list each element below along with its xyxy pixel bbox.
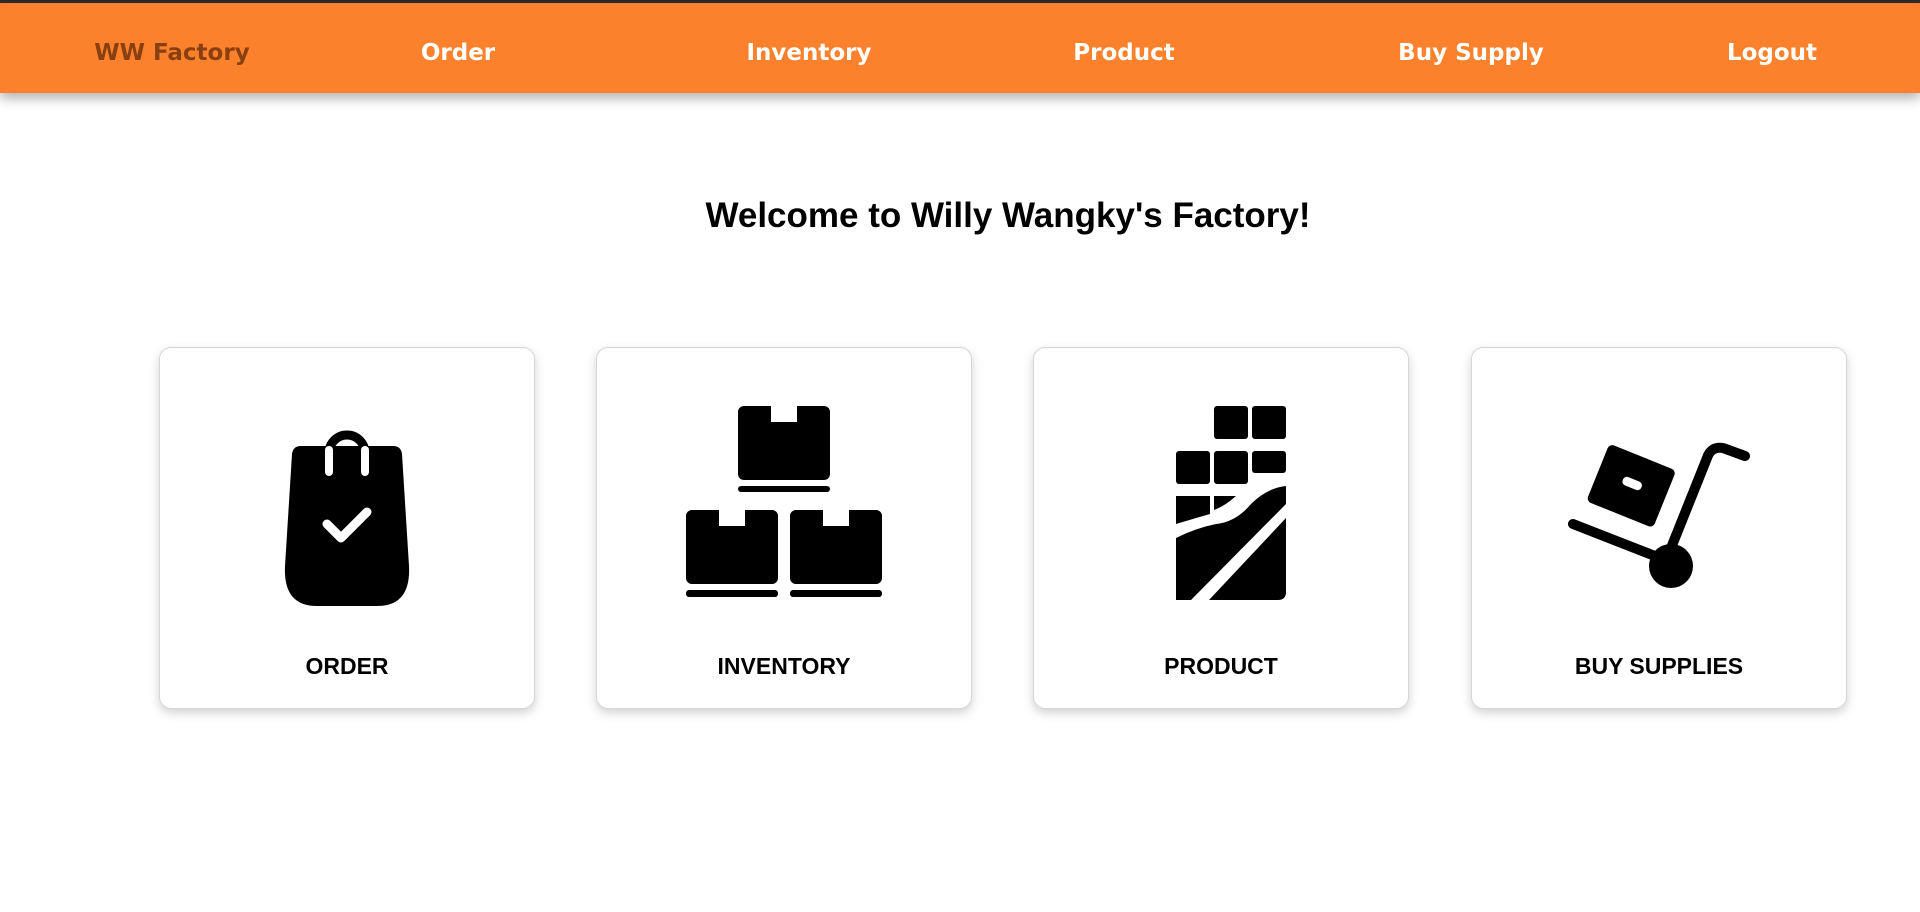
card-buy-supplies-label: BUY SUPPLIES [1574,653,1744,679]
card-buy-supplies[interactable]: BUY SUPPLIES [1471,347,1847,709]
page-title: Welcome to Willy Wangky's Factory! [705,196,1311,235]
nav-inventory[interactable]: Inventory [746,3,871,93]
top-navbar: WW Factory Order Inventory Product Buy S… [0,3,1920,93]
hand-truck-icon [1472,348,1846,608]
shopping-bag-check-icon [160,348,534,608]
chocolate-bar-icon [1034,348,1408,608]
card-inventory-label: INVENTORY [717,653,851,679]
card-order-label: ORDER [305,653,389,679]
brand-link[interactable]: WW Factory [94,3,249,93]
nav-logout[interactable]: Logout [1727,3,1817,93]
nav-buy-supply[interactable]: Buy Supply [1398,3,1544,93]
stacked-boxes-icon [597,348,971,608]
card-order[interactable]: ORDER [159,347,535,709]
nav-order[interactable]: Order [421,3,495,93]
nav-product[interactable]: Product [1073,3,1174,93]
card-inventory[interactable]: INVENTORY [596,347,972,709]
card-product-label: PRODUCT [1164,653,1278,679]
card-product[interactable]: PRODUCT [1033,347,1409,709]
